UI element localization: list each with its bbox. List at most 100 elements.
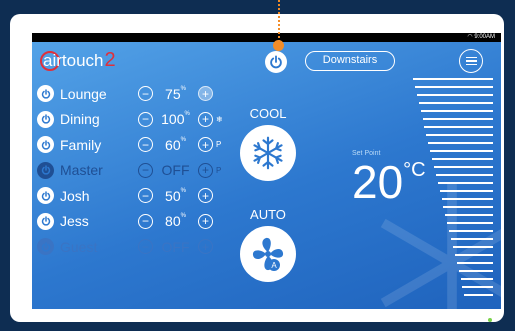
zone-increase-button[interactable]: + xyxy=(198,188,213,204)
zone-power-button[interactable] xyxy=(37,85,54,103)
svg-text:A: A xyxy=(271,261,277,270)
power-icon xyxy=(41,89,50,99)
zone-value: 100% xyxy=(161,111,190,128)
temperature-slider[interactable] xyxy=(413,78,493,303)
zone-value: 50% xyxy=(165,187,186,204)
slider-tick xyxy=(464,294,493,296)
zone-name: Lounge xyxy=(60,85,107,102)
zone-decrease-button[interactable]: − xyxy=(138,137,153,153)
zone-decrease-button[interactable]: − xyxy=(138,188,153,204)
snowflake-icon xyxy=(253,136,283,170)
slider-tick xyxy=(416,94,493,96)
zone-name: Dining xyxy=(60,111,100,128)
callout-dot xyxy=(273,40,284,51)
zone-power-button[interactable] xyxy=(37,161,54,179)
zone-name: Master xyxy=(60,162,103,179)
slider-tick xyxy=(428,142,493,144)
status-bar: ◠ 9:00AM xyxy=(32,33,501,42)
slider-tick xyxy=(420,110,493,112)
slider-tick xyxy=(424,126,493,128)
slider-tick xyxy=(456,262,493,264)
zone-value: OFF xyxy=(161,162,190,179)
indicator-dot xyxy=(488,318,492,322)
zone-decrease-button[interactable]: − xyxy=(138,213,153,229)
zone-row: Josh −50% + xyxy=(37,183,226,209)
slider-tick xyxy=(437,182,493,184)
zone-tag: P xyxy=(216,165,222,175)
slider-tick xyxy=(422,118,493,120)
zone-increase-button[interactable]: + xyxy=(198,239,213,255)
zone-power-button[interactable] xyxy=(37,238,54,256)
zone-name: Jess xyxy=(60,213,89,230)
fan-label: AUTO xyxy=(250,207,286,222)
slider-tick xyxy=(443,206,493,208)
slider-tick xyxy=(454,254,493,256)
zone-row: Jess −80% + xyxy=(37,209,226,235)
zone-increase-button[interactable]: + xyxy=(198,86,213,102)
zone-row: Guest − OFF + xyxy=(37,234,226,260)
slider-tick xyxy=(433,166,493,168)
power-icon xyxy=(41,114,50,124)
power-icon xyxy=(41,140,50,150)
zone-value: OFF xyxy=(161,238,190,255)
zone-row: Family −60% + P xyxy=(37,132,226,158)
slider-tick xyxy=(430,150,493,152)
slider-tick xyxy=(451,238,493,240)
slider-tick xyxy=(426,134,493,136)
slider-tick xyxy=(445,214,493,216)
zone-increase-button[interactable]: + xyxy=(198,111,213,127)
airtouch-logo: airtouch 2 xyxy=(40,49,116,72)
zone-row: Master − OFF + P xyxy=(37,158,226,184)
zone-name: Guest xyxy=(60,238,98,255)
zone-name: Family xyxy=(60,136,102,153)
zone-name: Josh xyxy=(60,187,90,204)
zone-group-button[interactable]: Downstairs xyxy=(305,51,395,71)
status-time: 9:00AM xyxy=(474,34,495,40)
zone-power-button[interactable] xyxy=(37,136,54,154)
slider-tick xyxy=(432,158,493,160)
slider-tick xyxy=(462,286,493,288)
zone-increase-button[interactable]: + xyxy=(198,213,213,229)
mode-label: COOL xyxy=(249,106,287,121)
zone-decrease-button[interactable]: − xyxy=(138,162,153,178)
fan-button[interactable]: A xyxy=(240,226,296,282)
callout-line xyxy=(278,0,280,42)
menu-button[interactable] xyxy=(459,49,483,73)
zone-decrease-button[interactable]: − xyxy=(138,111,153,127)
slider-tick xyxy=(449,230,493,232)
fan-icon: A xyxy=(252,237,284,271)
zone-power-button[interactable] xyxy=(37,212,54,230)
zone-increase-button[interactable]: + xyxy=(198,137,213,153)
power-icon xyxy=(41,216,50,226)
slider-tick xyxy=(441,198,493,200)
zone-value: 80% xyxy=(165,213,186,230)
mode-button[interactable] xyxy=(240,125,296,181)
slider-tick xyxy=(413,78,493,80)
slider-tick xyxy=(435,174,493,176)
power-icon xyxy=(270,55,282,69)
zone-list: Lounge −75% + Dining −100% + ❄ Family −60% + P Mast… xyxy=(37,81,226,260)
airtouch-screen: ◠ 9:00AM airtouch 2 Downstairs Lounge −75… xyxy=(32,33,501,309)
zone-value: 60% xyxy=(165,136,186,153)
slider-tick xyxy=(458,270,493,272)
power-icon xyxy=(41,242,50,252)
slider-tick xyxy=(414,86,493,88)
zone-tag: ❄ xyxy=(216,114,223,124)
zone-row: Lounge −75% + xyxy=(37,81,226,107)
zone-power-button[interactable] xyxy=(37,110,54,128)
zone-decrease-button[interactable]: − xyxy=(138,86,153,102)
zone-power-button[interactable] xyxy=(37,187,54,205)
zone-tag: P xyxy=(216,140,222,150)
power-icon xyxy=(41,191,50,201)
slider-tick xyxy=(439,190,493,192)
slider-tick xyxy=(452,246,493,248)
zone-row: Dining −100% + ❄ xyxy=(37,107,226,133)
slider-tick xyxy=(418,102,493,104)
slider-tick xyxy=(447,222,493,224)
main-power-button[interactable] xyxy=(265,51,287,73)
slider-tick xyxy=(460,278,493,280)
power-icon xyxy=(41,165,50,175)
zone-increase-button[interactable]: + xyxy=(198,162,213,178)
zone-value: 75% xyxy=(165,85,186,102)
zone-decrease-button[interactable]: − xyxy=(138,239,153,255)
